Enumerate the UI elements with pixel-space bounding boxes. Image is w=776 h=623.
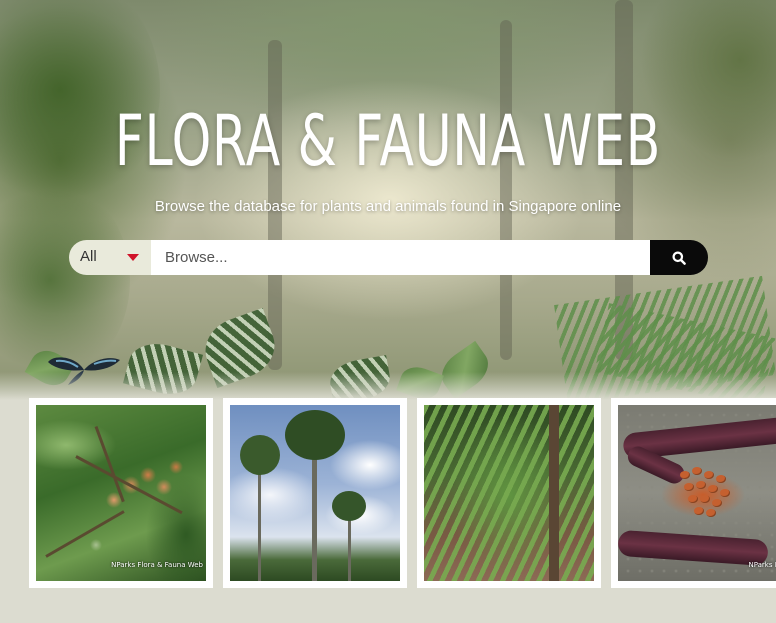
search-button[interactable] bbox=[650, 240, 708, 275]
search-input[interactable] bbox=[151, 240, 650, 275]
photo-credit: NParks Flora & Fauna Web bbox=[111, 561, 203, 569]
fern-on-trunk-photo bbox=[424, 405, 594, 581]
species-card[interactable]: NParks Flora & Fauna Web bbox=[29, 398, 213, 588]
palm-tree-sky-photo bbox=[230, 405, 400, 581]
category-select-value: All bbox=[80, 248, 97, 265]
search-bar: All bbox=[69, 240, 708, 275]
species-card[interactable] bbox=[417, 398, 601, 588]
search-icon bbox=[672, 251, 686, 265]
species-card[interactable] bbox=[223, 398, 407, 588]
page: FLORA & FAUNA WEB Browse the database fo… bbox=[0, 0, 776, 623]
site-subtitle: Browse the database for plants and anima… bbox=[154, 198, 622, 215]
seed-cluster-photo: NParks Flora & Fauna Web bbox=[36, 405, 206, 581]
species-card[interactable]: NParks Flo bbox=[611, 398, 776, 588]
seed-pods-photo: NParks Flo bbox=[618, 405, 776, 581]
caret-down-icon bbox=[127, 254, 139, 261]
category-select[interactable]: All bbox=[69, 240, 151, 275]
photo-credit: NParks Flo bbox=[748, 561, 776, 569]
site-title: FLORA & FAUNA WEB bbox=[114, 100, 662, 182]
